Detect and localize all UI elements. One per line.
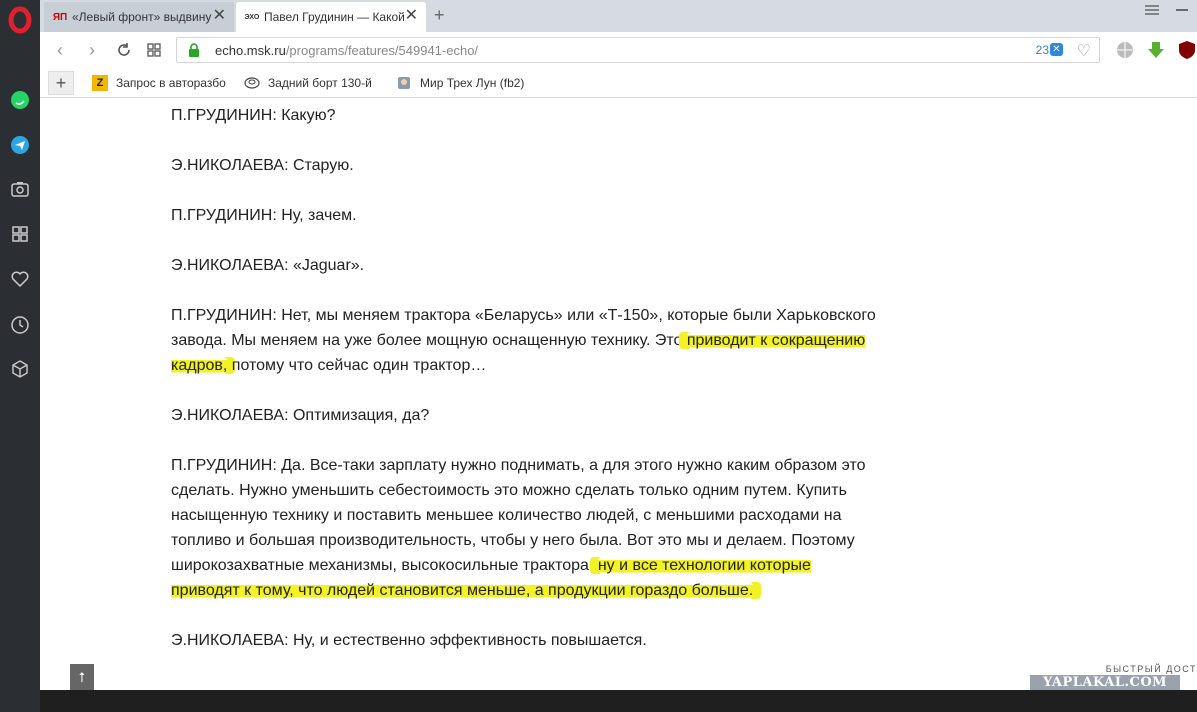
scroll-to-top-button[interactable]: ⭡ [70, 664, 94, 690]
url-text: echo.msk.ru/programs/features/549941-ech… [215, 43, 478, 58]
bottom-bar [40, 690, 1197, 712]
back-icon[interactable]: ‹ [50, 40, 70, 60]
tab-levy-front[interactable]: ЯП «Левый фронт» выдвину ✕ [44, 2, 234, 32]
history-clock-icon[interactable] [8, 313, 32, 337]
camera-icon[interactable] [8, 177, 32, 201]
extensions-cube-icon[interactable] [8, 357, 32, 381]
bookmarks-bar: + Z Запрос в авторазбо Задний борт 130-й… [40, 68, 1197, 98]
add-bookmark-button[interactable]: + [48, 71, 74, 95]
ublock-icon[interactable] [1177, 40, 1197, 60]
transcript-paragraph: Э.НИКОЛАЕВА: «Jaguar». [171, 257, 365, 274]
transcript-paragraph: П.ГРУДИНИН: Какую? [171, 107, 336, 124]
bookmark-item[interactable]: Z Запрос в авторазбо [92, 75, 226, 91]
bookmark-label: Мир Трех Лун (fb2) [420, 76, 525, 90]
url-host: echo.msk.ru [215, 43, 286, 58]
opera-sidebar [0, 0, 40, 712]
tab-strip: ЯП «Левый фронт» выдвину ✕ ЭХО Павел Гру… [40, 0, 1197, 32]
page-content: П.ГРУДИНИН: Какую? Э.НИКОЛАЕВА: Старую. … [40, 98, 1197, 690]
lock-icon [187, 42, 201, 58]
transcript-paragraph: П.ГРУДИНИН: Нет, мы меняем трактора «Бел… [171, 303, 881, 378]
bookmark-item[interactable]: Задний борт 130-й [244, 75, 372, 91]
close-tab-icon[interactable]: ✕ [405, 8, 418, 24]
tab-menu-icon[interactable] [1143, 2, 1161, 18]
reload-icon[interactable] [114, 40, 134, 60]
interview-transcript: П.ГРУДИНИН: Какую? Э.НИКОЛАЕВА: Старую. … [171, 103, 881, 678]
speed-dial-label: БЫСТРЫЙ ДОСТ [1105, 664, 1197, 674]
tab-grudinin[interactable]: ЭХО Павел Грудинин — Какой ✕ [236, 2, 426, 32]
book-icon [396, 75, 412, 91]
transcript-paragraph: Э.НИКОЛАЕВА: Старую. [171, 157, 354, 174]
whatsapp-icon[interactable] [8, 88, 32, 112]
url-path: /programs/features/549941-echo/ [285, 43, 479, 58]
blocked-count: 23 [1035, 43, 1049, 57]
download-extension-icon[interactable] [1146, 40, 1166, 60]
watermark: YAPLAKAL.COM [1030, 675, 1180, 690]
address-toolbar: ‹ › echo.msk.ru/programs/features/549941… [40, 32, 1197, 68]
transcript-paragraph: Э.НИКОЛАЕВА: Оптимизация, да? [171, 407, 430, 424]
tabs-grid-icon[interactable] [144, 40, 164, 60]
tab-title: Павел Грудинин — Какой [264, 10, 404, 24]
transcript-paragraph: П.ГРУДИНИН: Да. Все-таки зарплату нужно … [171, 453, 881, 603]
bookmark-heart-icon[interactable]: ♡ [1077, 41, 1091, 61]
echo-favicon-icon: ЭХО [244, 13, 260, 21]
vpn-globe-icon[interactable] [1115, 40, 1135, 60]
ad-blocker-icon[interactable]: ✕ [1050, 43, 1063, 56]
url-field[interactable]: echo.msk.ru/programs/features/549941-ech… [176, 37, 1100, 63]
close-tab-icon[interactable]: ✕ [213, 8, 226, 24]
minimize-icon[interactable] [1173, 2, 1191, 18]
forward-icon[interactable]: › [82, 40, 102, 60]
bookmark-item[interactable]: Мир Трех Лун (fb2) [396, 75, 524, 91]
bookmark-label: Задний борт 130-й [268, 76, 372, 90]
speed-dial-icon[interactable] [8, 222, 32, 246]
toyota-icon [244, 75, 260, 91]
bookmark-label: Запрос в авторазбо [116, 76, 226, 90]
yaplakal-favicon-icon: ЯП [52, 11, 68, 23]
opera-logo-icon[interactable] [8, 6, 32, 34]
paragraph-text: потому что сейчас один трактор… [227, 357, 487, 374]
new-tab-button[interactable]: + [434, 6, 445, 24]
heart-icon[interactable] [8, 267, 32, 291]
transcript-paragraph: П.ГРУДИНИН: Ну, зачем. [171, 207, 357, 224]
telegram-icon[interactable] [8, 133, 32, 157]
tab-title: «Левый фронт» выдвину [72, 10, 212, 24]
transcript-paragraph: Э.НИКОЛАЕВА: Ну, и естественно эффективн… [171, 632, 647, 649]
zapros-icon: Z [92, 75, 108, 91]
